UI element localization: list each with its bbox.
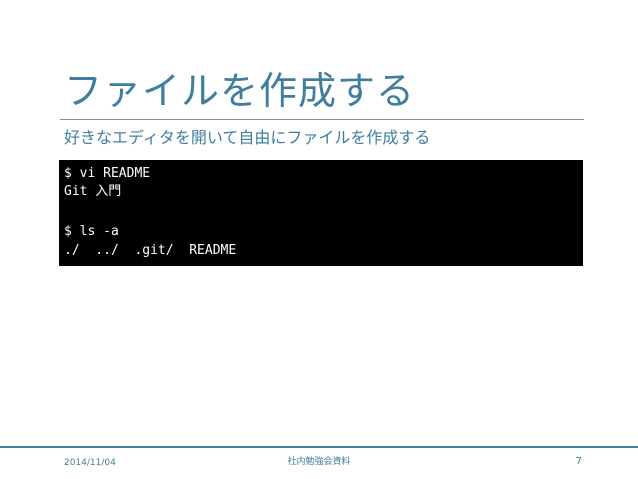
slide-title: ファイルを作成する — [64, 69, 416, 113]
footer-center-text: 社内勉強会資料 — [287, 457, 351, 467]
terminal-line-file-content: Git 入門 — [64, 184, 122, 199]
footer-divider — [0, 446, 638, 448]
terminal-line-command-vi: $ vi README — [64, 166, 151, 181]
terminal-block: $ vi README Git 入門 $ ls -a ./ ../ .git/ … — [59, 160, 583, 266]
page-number: 7 — [575, 456, 582, 467]
title-divider — [60, 119, 584, 120]
terminal-line-command-ls: $ ls -a — [64, 224, 119, 239]
terminal-line-ls-output: ./ ../ .git/ README — [64, 243, 237, 258]
slide-subtitle: 好きなエディタを開いて自由にファイルを作成する — [64, 128, 431, 147]
slide: ファイルを作成する 好きなエディタを開いて自由にファイルを作成する $ vi R… — [0, 0, 638, 479]
